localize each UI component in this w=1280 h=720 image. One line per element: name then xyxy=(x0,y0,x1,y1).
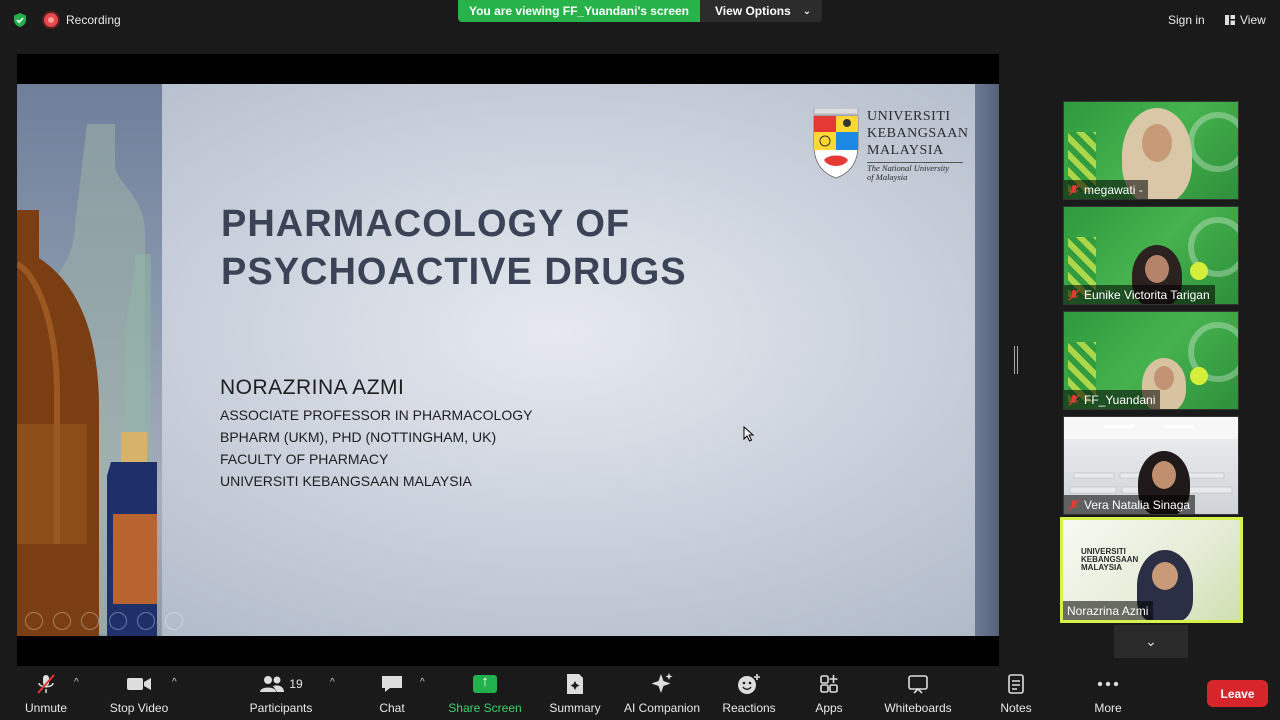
bottles-illustration xyxy=(17,124,157,636)
ai-companion-button[interactable]: AI Companion xyxy=(621,667,703,720)
audio-options-caret-icon[interactable]: ^ xyxy=(74,677,79,688)
bottom-toolbar: Unmute ^ Stop Video ^ 19 Participants ^ … xyxy=(0,667,1280,720)
ukm-logo-text: UNIVERSITI KEBANGSAAN MALAYSIA xyxy=(867,109,969,158)
video-camera-icon xyxy=(127,678,151,690)
ai-sparkle-icon xyxy=(651,673,673,693)
whiteboards-button[interactable]: Whiteboards xyxy=(880,667,956,720)
video-tile[interactable]: FF_Yuandani xyxy=(1063,311,1239,410)
slide-bottles-photo xyxy=(17,84,162,636)
notes-icon xyxy=(1008,674,1024,694)
apps-icon xyxy=(820,675,838,693)
top-bar: Recording You are viewing FF_Yuandani's … xyxy=(0,0,1280,40)
tile-background-text: UNIVERSITI KEBANGSAAN MALAYSIA xyxy=(1081,547,1139,572)
recording-icon xyxy=(44,13,58,27)
slide-right-edge xyxy=(975,84,999,636)
reactions-emoji-icon xyxy=(738,674,760,694)
reactions-button[interactable]: Reactions xyxy=(721,667,777,720)
detail-line: UNIVERSITI KEBANGSAAN MALAYSIA xyxy=(220,473,472,489)
ukm-crest-icon xyxy=(813,107,859,179)
summary-document-icon xyxy=(567,674,583,694)
whiteboard-icon xyxy=(908,675,928,694)
leave-button[interactable]: Leave xyxy=(1207,680,1268,707)
view-options-label: View Options xyxy=(715,4,791,18)
panel-resize-handle[interactable] xyxy=(1014,346,1018,374)
pen-icon[interactable] xyxy=(81,612,99,630)
summary-button[interactable]: Summary xyxy=(546,667,604,720)
participant-name-tag: megawati - xyxy=(1064,180,1148,199)
view-options-button[interactable]: View Options ⌄ xyxy=(700,0,822,22)
viewing-screen-banner: You are viewing FF_Yuandani's screen xyxy=(458,0,700,22)
recording-label: Recording xyxy=(66,13,121,27)
stop-video-button[interactable]: Stop Video xyxy=(106,667,172,720)
ukm-logo-tagline: The National University of Malaysia xyxy=(867,162,963,182)
video-tile[interactable]: Vera Natalia Sinaga xyxy=(1063,416,1239,515)
share-screen-button[interactable]: Share Screen xyxy=(448,667,522,720)
next-slide-icon[interactable] xyxy=(53,612,71,630)
apps-button[interactable]: Apps xyxy=(810,667,848,720)
previous-slide-icon[interactable] xyxy=(25,612,43,630)
participant-name-tag: Vera Natalia Sinaga xyxy=(1064,495,1196,514)
more-dots-icon xyxy=(1097,681,1119,687)
mic-muted-icon xyxy=(1068,499,1080,510)
ukm-logo: UNIVERSITI KEBANGSAAN MALAYSIA The Natio… xyxy=(810,107,970,184)
shared-screen[interactable]: UNIVERSITI KEBANGSAAN MALAYSIA The Natio… xyxy=(17,54,999,666)
more-participants-button[interactable]: ⌄ xyxy=(1114,625,1188,658)
participant-name-tag: FF_Yuandani xyxy=(1064,390,1161,409)
active-speaker-tile[interactable]: UNIVERSITI KEBANGSAAN MALAYSIA Norazrina… xyxy=(1060,517,1243,623)
participant-name-tag: Eunike Victorita Tarigan xyxy=(1064,285,1215,304)
more-options-icon[interactable] xyxy=(165,612,183,630)
mic-muted-icon xyxy=(1068,184,1080,195)
chat-bubble-icon xyxy=(382,676,402,692)
sign-in-button[interactable]: Sign in xyxy=(1160,8,1213,32)
participant-name-tag: Norazrina Azmi xyxy=(1063,601,1154,620)
security-shield-icon[interactable] xyxy=(12,12,28,28)
mouse-cursor-icon xyxy=(743,426,755,442)
notes-button[interactable]: Notes xyxy=(996,667,1036,720)
video-options-caret-icon[interactable]: ^ xyxy=(172,677,177,688)
view-button[interactable]: View xyxy=(1218,8,1272,32)
presenter-name: NORAZRINA AZMI xyxy=(220,376,405,399)
unmute-button[interactable]: Unmute xyxy=(22,667,70,720)
mic-muted-icon xyxy=(37,674,55,694)
slideshow-controls[interactable] xyxy=(25,612,183,630)
participants-options-caret-icon[interactable]: ^ xyxy=(330,677,335,688)
video-tile[interactable]: Eunike Victorita Tarigan xyxy=(1063,206,1239,305)
video-tile[interactable]: megawati - xyxy=(1063,101,1239,200)
layout-grid-icon xyxy=(1225,15,1235,25)
detail-line: FACULTY OF PHARMACY xyxy=(220,451,389,467)
slides-grid-icon[interactable] xyxy=(109,612,127,630)
share-screen-icon xyxy=(473,673,497,693)
view-label: View xyxy=(1240,13,1266,27)
mic-muted-icon xyxy=(1068,289,1080,300)
slide-title: PHARMACOLOGY OF PSYCHOACTIVE DRUGS xyxy=(221,203,687,293)
participants-icon xyxy=(260,676,285,692)
chevron-down-icon: ⌄ xyxy=(1145,633,1157,649)
participants-button[interactable]: 19 Participants xyxy=(248,667,314,720)
detail-line: ASSOCIATE PROFESSOR IN PHARMACOLOGY xyxy=(220,407,533,423)
mic-muted-icon xyxy=(1068,394,1080,405)
presenter-details: ASSOCIATE PROFESSOR IN PHARMACOLOGY BPHA… xyxy=(220,404,532,492)
more-button[interactable]: More xyxy=(1090,667,1126,720)
detail-line: BPHARM (UKM), PHD (NOTTINGHAM, UK) xyxy=(220,429,497,445)
chat-options-caret-icon[interactable]: ^ xyxy=(420,677,425,688)
presentation-slide: UNIVERSITI KEBANGSAAN MALAYSIA The Natio… xyxy=(17,84,999,636)
zoom-icon[interactable] xyxy=(137,612,155,630)
chat-button[interactable]: Chat xyxy=(372,667,412,720)
chevron-down-icon: ⌄ xyxy=(802,5,812,17)
